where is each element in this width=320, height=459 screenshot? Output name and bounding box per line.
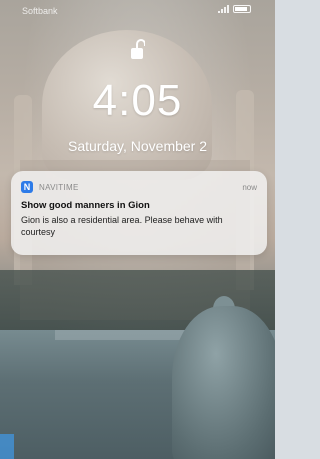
notification-title: Show good manners in Gion: [21, 200, 150, 211]
screen-edge-highlight: [0, 434, 14, 459]
notification-app-name: NAVITIME: [39, 182, 79, 192]
unlocked-padlock-icon: [131, 39, 145, 59]
status-indicators: [218, 5, 251, 13]
notification-header: N NAVITIME now: [21, 179, 257, 195]
wallpaper-urn: [172, 306, 275, 459]
notification-timestamp: now: [242, 182, 257, 192]
battery-icon: [233, 5, 251, 13]
signal-icon: [218, 5, 229, 13]
lockscreen-clock: 4:05: [92, 76, 183, 125]
notification-body: Gion is also a residential area. Please …: [21, 215, 223, 237]
lockscreen-date: Saturday, November 2: [67, 138, 208, 154]
carrier-label: Softbank: [22, 6, 58, 16]
lock-screen: Softbank 4:05 Saturday, November 2 N NAV…: [0, 0, 275, 459]
navitime-app-icon: N: [21, 181, 33, 193]
status-bar: Softbank: [0, 0, 275, 20]
notification-card[interactable]: N NAVITIME now Show good manners in Gion…: [11, 171, 267, 255]
